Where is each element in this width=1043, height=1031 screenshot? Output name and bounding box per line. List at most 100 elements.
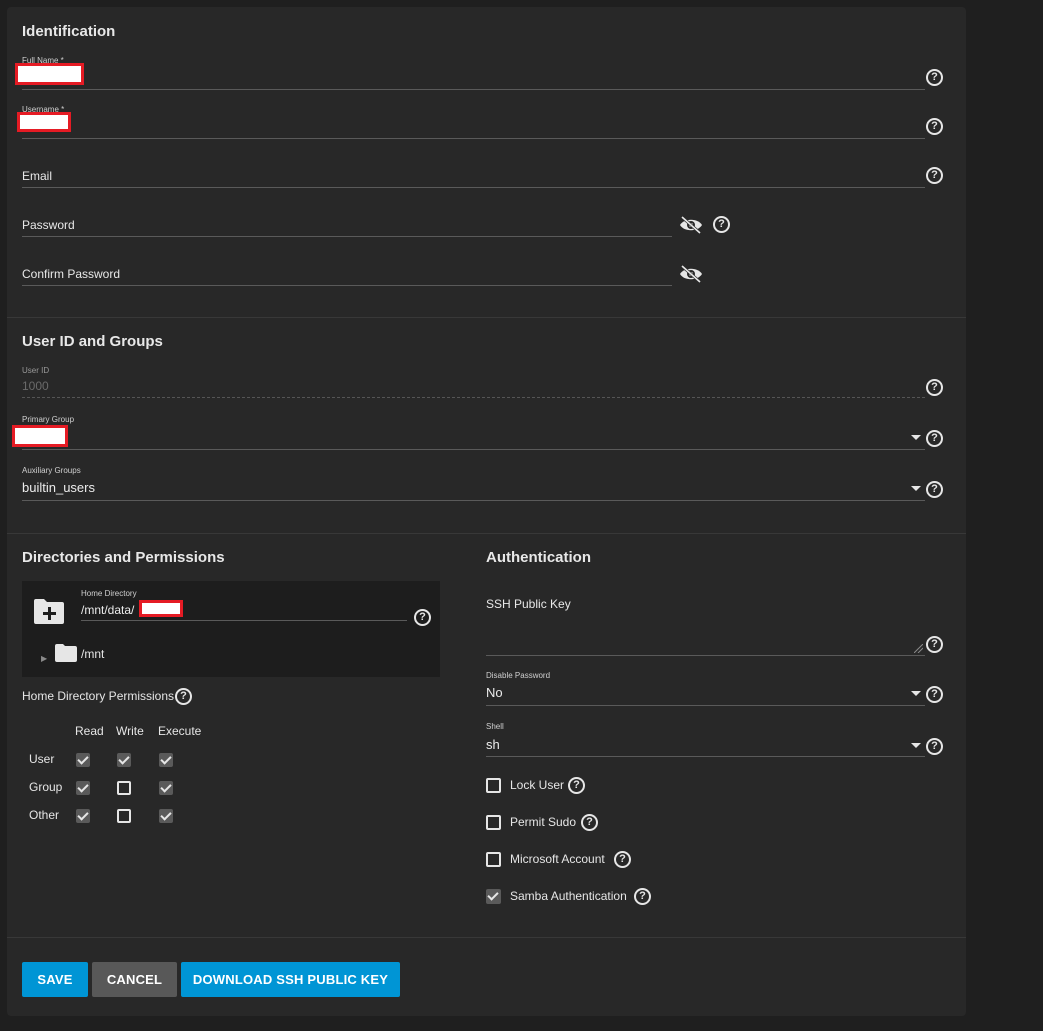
- checkbox-group-read[interactable]: [76, 781, 90, 795]
- perm-row-user: User: [29, 752, 55, 766]
- redacted-primary-group: [12, 425, 68, 447]
- confirm-password-label: Confirm Password: [22, 267, 121, 281]
- shell-value: sh: [486, 737, 500, 752]
- section-divider-3: [7, 937, 966, 938]
- perm-row-other: Other: [29, 808, 60, 822]
- cancel-button[interactable]: CANCEL: [92, 962, 177, 997]
- home-directory-underline: [81, 620, 407, 621]
- help-icon-home-directory[interactable]: ?: [414, 609, 431, 626]
- section-title-directories: Directories and Permissions: [22, 549, 225, 566]
- disable-password-value: No: [486, 685, 503, 700]
- eye-off-icon-confirm[interactable]: [679, 265, 703, 283]
- user-id-label: User ID: [22, 366, 50, 375]
- redacted-username: [17, 112, 71, 132]
- auxiliary-groups-underline: [22, 500, 925, 501]
- help-icon-username[interactable]: ?: [926, 118, 943, 135]
- full-name-field[interactable]: Full Name *: [15, 55, 925, 91]
- help-icon-ssh-key[interactable]: ?: [926, 636, 943, 653]
- redacted-full-name: [15, 63, 84, 85]
- confirm-password-underline: [22, 285, 672, 286]
- checkbox-microsoft-account[interactable]: [486, 852, 501, 867]
- password-underline: [22, 236, 672, 237]
- shell-select[interactable]: Shell sh: [486, 721, 925, 758]
- home-directory-value[interactable]: /mnt/data/: [81, 603, 134, 617]
- section-divider: [7, 317, 966, 318]
- folder-plus-icon[interactable]: [34, 598, 64, 624]
- user-id-underline: [22, 397, 925, 398]
- email-label: Email: [22, 169, 53, 183]
- permit-sudo-label: Permit Sudo: [510, 815, 577, 829]
- shell-label: Shell: [486, 722, 504, 731]
- auxiliary-groups-select[interactable]: Auxiliary Groups builtin_users: [22, 465, 925, 502]
- perm-row-group: Group: [29, 780, 63, 794]
- perm-header-write: Write: [116, 724, 144, 738]
- help-icon-shell[interactable]: ?: [926, 738, 943, 755]
- help-icon-primary-group[interactable]: ?: [926, 430, 943, 447]
- caret-down-icon[interactable]: [911, 435, 921, 440]
- home-directory-permissions-label: Home Directory Permissions: [22, 689, 175, 703]
- perm-header-read: Read: [75, 724, 104, 738]
- help-icon-microsoft-account[interactable]: ?: [614, 851, 631, 868]
- download-ssh-public-key-button[interactable]: DOWNLOAD SSH PUBLIC KEY: [181, 962, 400, 997]
- shell-underline: [486, 756, 925, 757]
- password-field[interactable]: Password: [22, 202, 672, 238]
- ssh-public-key-underline: [486, 655, 925, 656]
- checkbox-user-write[interactable]: [117, 753, 131, 767]
- checkbox-group-execute[interactable]: [159, 781, 173, 795]
- help-icon-permissions[interactable]: ?: [175, 688, 192, 705]
- checkbox-other-write[interactable]: [117, 809, 131, 823]
- caret-down-icon-aux[interactable]: [911, 486, 921, 491]
- help-icon-password[interactable]: ?: [713, 216, 730, 233]
- resize-handle-icon[interactable]: [914, 644, 923, 653]
- auxiliary-groups-label: Auxiliary Groups: [22, 466, 81, 475]
- email-underline: [22, 187, 925, 188]
- microsoft-account-label: Microsoft Account: [510, 852, 605, 866]
- ssh-public-key-textarea[interactable]: SSH Public Key: [486, 597, 925, 657]
- help-icon-user-id[interactable]: ?: [926, 379, 943, 396]
- section-title-authentication: Authentication: [486, 549, 591, 566]
- eye-off-icon[interactable]: [679, 216, 703, 234]
- primary-group-select[interactable]: Primary Group: [12, 414, 925, 451]
- caret-down-icon-shell[interactable]: [911, 743, 921, 748]
- checkbox-samba-authentication[interactable]: [486, 889, 501, 904]
- user-id-value: 1000: [22, 379, 49, 393]
- disable-password-label: Disable Password: [486, 671, 551, 680]
- checkbox-permit-sudo[interactable]: [486, 815, 501, 830]
- checkbox-other-execute[interactable]: [159, 809, 173, 823]
- home-directory-explorer: Home Directory /mnt/data/ ? ▶ /mnt: [22, 581, 440, 677]
- checkbox-other-read[interactable]: [76, 809, 90, 823]
- help-icon-permit-sudo[interactable]: ?: [581, 814, 598, 831]
- help-icon-lock-user[interactable]: ?: [568, 777, 585, 794]
- section-title-user-id-groups: User ID and Groups: [22, 333, 163, 350]
- email-field[interactable]: Email: [22, 153, 925, 189]
- save-button[interactable]: SAVE: [22, 962, 88, 997]
- folder-icon: [55, 644, 77, 662]
- username-underline: [22, 138, 925, 139]
- redacted-home-directory: [139, 600, 183, 617]
- password-label: Password: [22, 218, 75, 232]
- help-icon-samba-authentication[interactable]: ?: [634, 888, 651, 905]
- disable-password-select[interactable]: Disable Password No: [486, 670, 925, 707]
- section-divider-2: [7, 533, 966, 534]
- help-icon-auxiliary-groups[interactable]: ?: [926, 481, 943, 498]
- perm-header-execute: Execute: [158, 724, 202, 738]
- auxiliary-groups-value: builtin_users: [22, 480, 95, 495]
- checkbox-lock-user[interactable]: [486, 778, 501, 793]
- checkbox-user-execute[interactable]: [159, 753, 173, 767]
- primary-group-label: Primary Group: [22, 415, 75, 424]
- help-icon-full-name[interactable]: ?: [926, 69, 943, 86]
- user-form-card: Identification Full Name * ? Username * …: [7, 7, 966, 1016]
- username-field[interactable]: Username *: [17, 104, 925, 140]
- ssh-public-key-label: SSH Public Key: [486, 597, 571, 611]
- help-icon-email[interactable]: ?: [926, 167, 943, 184]
- checkbox-group-write[interactable]: [117, 781, 131, 795]
- checkbox-user-read[interactable]: [76, 753, 90, 767]
- confirm-password-field[interactable]: Confirm Password: [22, 251, 672, 287]
- caret-down-icon-disable-password[interactable]: [911, 691, 921, 696]
- help-icon-disable-password[interactable]: ?: [926, 686, 943, 703]
- expand-arrow-icon[interactable]: ▶: [41, 654, 47, 663]
- disable-password-underline: [486, 705, 925, 706]
- section-title-identification: Identification: [22, 23, 116, 40]
- primary-group-underline: [22, 449, 925, 450]
- tree-node-mnt[interactable]: /mnt: [81, 647, 104, 661]
